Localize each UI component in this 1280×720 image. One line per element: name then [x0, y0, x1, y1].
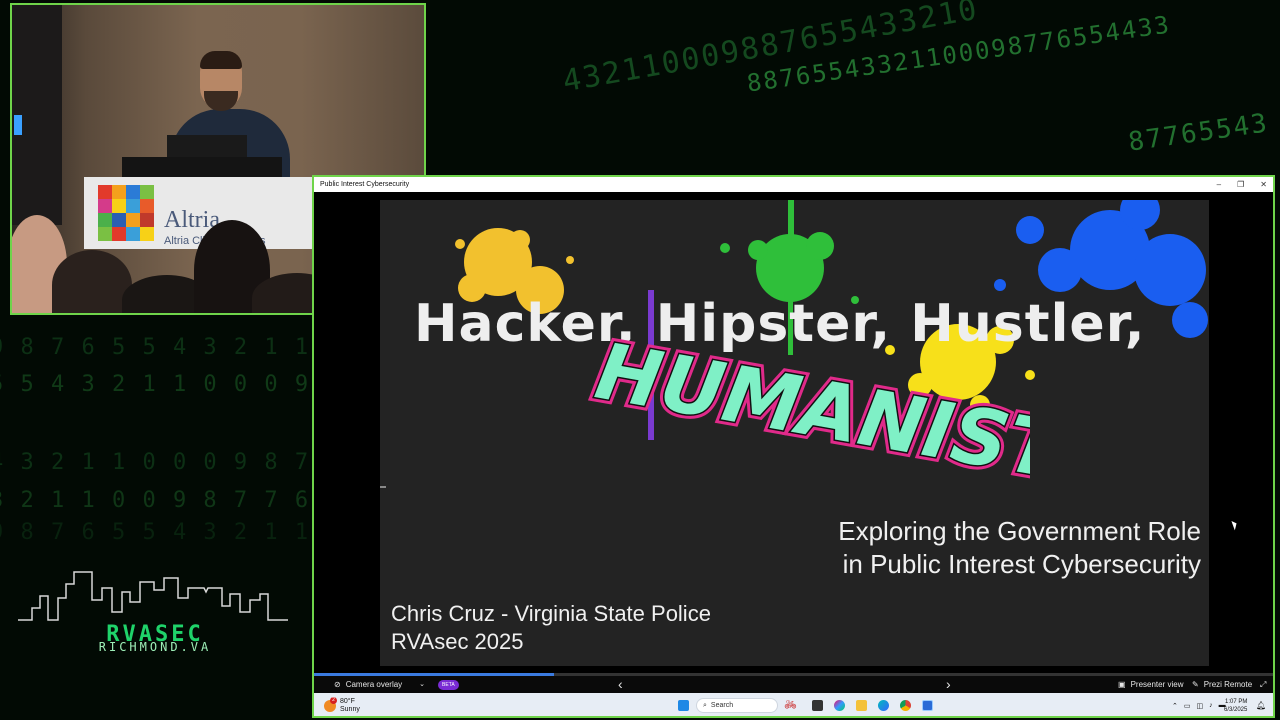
slide-subtitle: Exploring the Government Role in Public …	[838, 515, 1201, 581]
logo-tile	[112, 199, 126, 213]
logo-tile	[140, 199, 154, 213]
camera-overlay-button[interactable]: ⊘ Camera overlay ⌄ BETA	[334, 676, 459, 693]
bg-number-line: 87765543	[1126, 108, 1271, 158]
prezi-remote-label: Prezi Remote	[1203, 680, 1253, 689]
camera-exit-light	[14, 115, 22, 135]
minimize-icon[interactable]: –	[1217, 177, 1221, 192]
notification-badge: 2	[330, 696, 337, 704]
logo-tile	[112, 213, 126, 227]
presentation-app-icon[interactable]	[922, 693, 933, 716]
slide-subtitle-line2: in Public Interest Cybersecurity	[842, 549, 1201, 579]
restore-icon[interactable]: ❐	[1237, 177, 1244, 192]
weather-description: Sunny	[340, 705, 360, 713]
slide-event-name: RVAsec 2025	[391, 629, 524, 654]
clock-time: 1:07 PM	[1225, 698, 1248, 705]
presenter-view-icon: ▣	[1118, 680, 1126, 689]
window-controls: – ❐ ✕	[1217, 177, 1267, 192]
slide-presenter-name: Chris Cruz - Virginia State Police	[391, 601, 711, 626]
camera-overlay-label: Camera overlay	[345, 680, 403, 689]
logo-tile	[126, 185, 140, 199]
logo-tile	[126, 213, 140, 227]
presentation-window: Public Interest Cybersecurity – ❐ ✕ Hack…	[312, 175, 1275, 718]
bicycle-icon: 🚲︎	[784, 700, 797, 711]
pen-icon: ✎	[1192, 680, 1199, 689]
volume-icon[interactable]: ♪	[1209, 702, 1213, 709]
edge-browser-icon[interactable]	[878, 693, 889, 716]
active-app-icon[interactable]	[900, 693, 922, 716]
logo-tile	[98, 185, 112, 199]
altria-logo-icon	[98, 185, 154, 241]
copilot-icon[interactable]	[834, 693, 845, 716]
taskbar-search[interactable]: ⌕ Search	[696, 693, 778, 716]
weather-temperature: 80°F	[340, 697, 355, 705]
window-title: Public Interest Cybersecurity	[320, 181, 410, 188]
slide-area: Hacker, Hipster, Hustler, HUMANIST HUMAN…	[314, 192, 1273, 673]
logo-tile	[98, 227, 112, 241]
prezi-remote-button[interactable]: ✎ Prezi Remote	[1192, 676, 1252, 693]
file-explorer-icon[interactable]	[856, 693, 867, 716]
clock[interactable]: 1:07 PM 6/3/2025	[1224, 693, 1248, 716]
network-icon[interactable]: ◫	[1197, 702, 1204, 710]
logo-tile	[98, 199, 112, 213]
task-view-icon[interactable]	[812, 693, 823, 716]
podium-top	[122, 157, 282, 177]
system-tray[interactable]: ⌃ ▭ ◫ ♪ ▬	[1172, 693, 1226, 716]
weather-sun-icon: 2	[324, 696, 337, 712]
presenter-controls-bar: ⊘ Camera overlay ⌄ BETA ‹ › ▣ Presenter …	[314, 676, 1273, 693]
presenter-view-button[interactable]: ▣ Presenter view	[1118, 676, 1183, 693]
previous-slide-icon[interactable]: ‹	[618, 676, 623, 693]
rvasec-logo-subtext: RICHMOND.VA	[98, 640, 212, 654]
chevron-up-icon[interactable]: ⌃	[1172, 702, 1178, 710]
logo-tile	[126, 227, 140, 241]
logo-tile	[126, 199, 140, 213]
logo-tile	[140, 213, 154, 227]
slide[interactable]: Hacker, Hipster, Hustler, HUMANIST HUMAN…	[380, 200, 1209, 666]
slide-presenter-info: Chris Cruz - Virginia State Police RVAse…	[391, 600, 711, 656]
display-icon[interactable]: ▭	[1184, 702, 1191, 710]
logo-tile	[112, 185, 126, 199]
logo-tile	[112, 227, 126, 241]
start-button[interactable]	[678, 693, 689, 716]
slide-marker	[380, 486, 386, 488]
clock-date: 6/3/2025	[1224, 706, 1248, 713]
speaker-hair	[200, 51, 242, 69]
humanist-graffiti-icon: HUMANIST HUMANIST	[585, 328, 1030, 498]
svg-text:HUMANIST: HUMANIST	[589, 328, 1030, 498]
beta-badge: BETA	[438, 679, 459, 690]
bell-icon[interactable]: 🔔︎	[1256, 693, 1266, 716]
fullscreen-icon[interactable]: ⤢	[1260, 676, 1266, 693]
search-placeholder: Search	[710, 702, 734, 709]
windows-start-icon	[678, 700, 689, 711]
laptop	[167, 135, 247, 157]
search-icon: ⌕	[703, 701, 707, 709]
slide-subtitle-line1: Exploring the Government Role	[838, 516, 1201, 546]
close-icon[interactable]: ✕	[1260, 177, 1267, 192]
windows-taskbar: 2 80°F Sunny ⌕ Search 🚲︎ ⌃ ▭ ◫ ♪ ▬ 1:07 …	[314, 693, 1273, 716]
audience-head	[52, 250, 132, 313]
next-slide-icon[interactable]: ›	[946, 676, 951, 693]
logo-tile	[140, 185, 154, 199]
presenter-view-label: Presenter view	[1130, 680, 1184, 689]
chevron-down-icon[interactable]: ⌄	[419, 676, 425, 693]
logo-tile	[140, 227, 154, 241]
weather-widget[interactable]: 2 80°F Sunny	[324, 693, 360, 716]
logo-tile	[98, 213, 112, 227]
window-titlebar: Public Interest Cybersecurity – ❐ ✕	[314, 177, 1273, 192]
camera-off-icon: ⊘	[334, 680, 341, 689]
